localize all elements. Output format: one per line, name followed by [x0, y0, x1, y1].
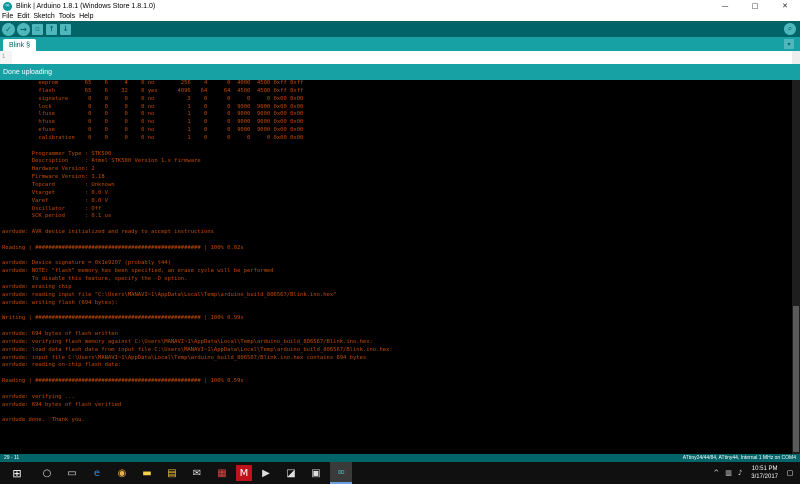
check-icon: ✓: [5, 24, 12, 34]
edge-icon: e: [93, 467, 101, 479]
status-bar: Done uploading: [0, 64, 800, 80]
menu-tools[interactable]: Tools: [59, 13, 75, 20]
menu-bar: File Edit Sketch Tools Help: [0, 12, 800, 21]
line-number: 29 - 11: [4, 455, 20, 461]
taskbar-chrome[interactable]: ◉: [111, 462, 133, 484]
taskbar-arduino[interactable]: ∞: [330, 462, 352, 484]
verify-button[interactable]: ✓: [2, 22, 15, 36]
magnifier-icon: ⌕: [787, 24, 793, 33]
tab-menu-button[interactable]: ▾: [784, 39, 794, 49]
minimize-button[interactable]: —: [710, 0, 740, 12]
photos-icon: ◪: [286, 467, 296, 479]
window-title: Blink | Arduino 1.8.1 (Windows Store 1.8…: [16, 2, 156, 10]
menu-edit[interactable]: Edit: [17, 13, 29, 20]
board-info: ATtiny24/44/84, ATtiny44, Internal 1 MHz…: [682, 455, 796, 461]
mail-icon: ✉: [192, 467, 202, 479]
tray-chevron-icon[interactable]: ^: [713, 469, 719, 477]
taskbar-photos[interactable]: ◪: [280, 462, 302, 484]
console-scrollbar[interactable]: [792, 80, 800, 454]
taskbar-file-explorer[interactable]: ▤: [161, 462, 183, 484]
taskbar-task-view[interactable]: ▭: [61, 462, 83, 484]
open-icon: ↑: [48, 24, 55, 33]
save-button[interactable]: ↓: [60, 23, 71, 35]
clock-time: 10:51 PM: [751, 466, 778, 472]
search-icon: ○: [42, 467, 52, 479]
editor-scrollbar[interactable]: [792, 51, 800, 64]
taskbar-apps: ○ ▭ e ◉ ▬ ▤ ✉ ▦ M ▶ ◪ ▣ ∞: [36, 462, 355, 484]
pictures-icon: ▦: [217, 467, 227, 479]
upload-button[interactable]: →: [17, 22, 30, 36]
taskbar-search[interactable]: ○: [36, 462, 58, 484]
mcafee-icon: M: [239, 467, 249, 479]
taskbar-sticky-notes[interactable]: ▬: [136, 462, 158, 484]
code-editor[interactable]: 1: [0, 51, 800, 64]
file-explorer-icon: ▤: [167, 467, 177, 479]
tab-blink[interactable]: Blink §: [3, 39, 37, 51]
taskbar-edge[interactable]: e: [86, 462, 108, 484]
line-gutter: 1: [0, 51, 12, 64]
arduino-icon: ∞: [336, 466, 346, 478]
sticky-notes-icon: ▬: [142, 467, 152, 479]
movies-icon: ▣: [311, 467, 321, 479]
media-icon: ▶: [262, 467, 270, 479]
system-tray: ^ ▥ ♪ 10:51 PM 3/17/2017 ▢: [710, 462, 800, 484]
network-icon[interactable]: ▥: [725, 469, 732, 477]
save-icon: ↓: [62, 24, 69, 33]
console-output[interactable]: eeprom 65 6 4 0 no 256 4 0 4000 4500 0xf…: [0, 80, 792, 454]
tab-bar: Blink § ▾: [0, 37, 800, 51]
volume-icon[interactable]: ♪: [738, 469, 742, 477]
title-bar: ∞ Blink | Arduino 1.8.1 (Windows Store 1…: [0, 0, 800, 12]
task-view-icon: ▭: [67, 467, 77, 479]
taskbar-movies[interactable]: ▣: [305, 462, 327, 484]
arduino-app-icon: ∞: [3, 1, 12, 11]
chrome-icon: ◉: [117, 467, 127, 479]
taskbar-media[interactable]: ▶: [255, 462, 277, 484]
window-controls: — □ ✕: [710, 0, 800, 12]
notification-icon: ▢: [786, 469, 794, 477]
menu-sketch[interactable]: Sketch: [33, 13, 54, 20]
taskbar-mail[interactable]: ✉: [186, 462, 208, 484]
menu-help[interactable]: Help: [79, 13, 93, 20]
start-button[interactable]: ⊞: [6, 462, 28, 484]
clock[interactable]: 10:51 PM 3/17/2017: [751, 465, 778, 481]
chevron-down-icon: ▾: [787, 40, 791, 48]
status-message: Done uploading: [3, 68, 53, 76]
menu-file[interactable]: File: [2, 13, 13, 20]
clock-date: 3/17/2017: [751, 474, 778, 480]
info-bar: 29 - 11 ATtiny24/44/84, ATtiny44, Intern…: [0, 454, 800, 462]
taskbar-pictures[interactable]: ▦: [211, 462, 233, 484]
console-scrollbar-thumb[interactable]: [793, 306, 799, 452]
serial-monitor-button[interactable]: ⌕: [784, 23, 796, 35]
toolbar: ✓ → ▫ ↑ ↓ ⌕: [0, 21, 800, 37]
windows-taskbar: ⊞ ○ ▭ e ◉ ▬ ▤ ✉ ▦ M ▶ ◪ ▣ ∞ ^ ▥ ♪ 10:51 PM 3/17/2017…: [0, 462, 800, 484]
new-button[interactable]: ▫: [32, 23, 43, 35]
maximize-button[interactable]: □: [740, 0, 770, 12]
open-button[interactable]: ↑: [46, 23, 57, 35]
arrow-right-icon: →: [20, 24, 27, 34]
windows-logo-icon: ⊞: [12, 466, 22, 480]
close-button[interactable]: ✕: [770, 0, 800, 12]
action-center-button[interactable]: ▢: [784, 462, 796, 484]
console-text: eeprom 65 6 4 0 no 256 4 0 4000 4500 0xf…: [2, 80, 393, 424]
taskbar-mcafee[interactable]: M: [236, 465, 252, 481]
new-file-icon: ▫: [35, 24, 40, 33]
